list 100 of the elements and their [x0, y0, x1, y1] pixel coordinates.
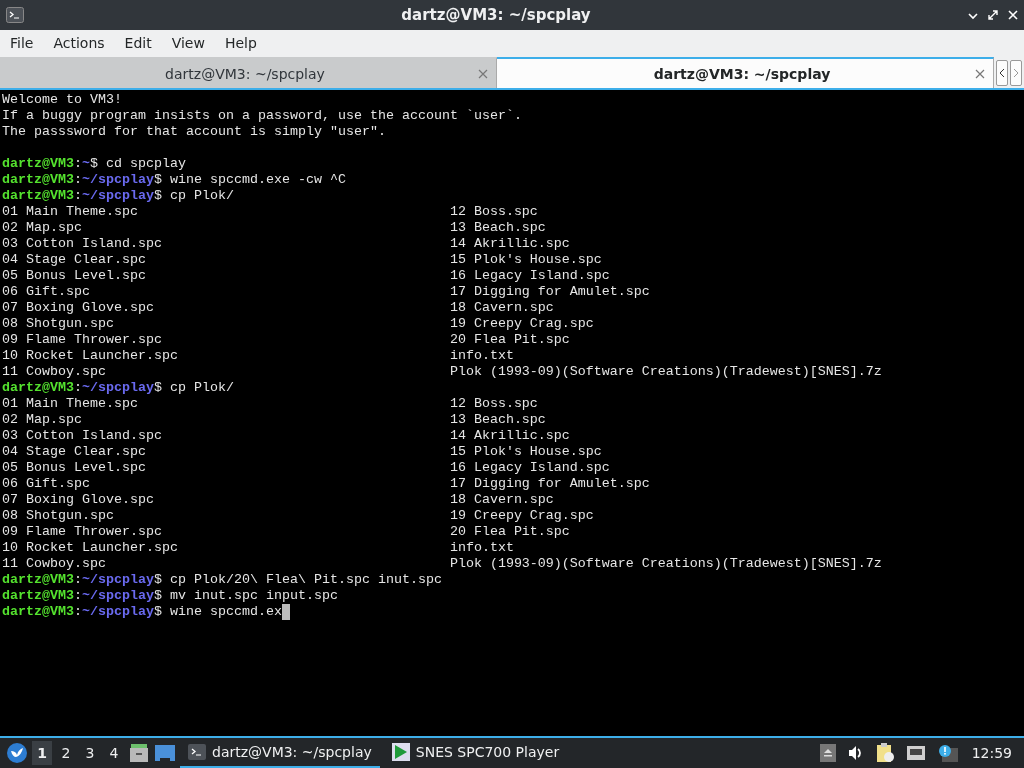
menu-item[interactable]: File	[4, 33, 40, 53]
file-name: 06 Gift.spc	[2, 476, 90, 491]
command-text: wine spccmd.ex	[169, 604, 282, 620]
minimize-icon[interactable]	[968, 10, 978, 20]
prompt-sign: $	[153, 188, 162, 204]
tab[interactable]: dartz@VM3: ~/spcplay	[497, 57, 994, 88]
file-name: info.txt	[449, 540, 514, 556]
file-name: 10 Rocket Launcher.spc	[2, 540, 178, 555]
prompt-sign: $	[153, 604, 162, 620]
network-icon[interactable]	[905, 745, 926, 761]
file-name: 01 Main Theme.spc	[2, 396, 138, 411]
clock: 12:59	[971, 745, 1012, 761]
file-name: 16 Legacy Island.spc	[449, 460, 610, 476]
terminal-text: The passsword for that account is simply "user".	[2, 124, 386, 140]
file-name: 02 Map.spc	[2, 412, 82, 427]
file-name: 03 Cotton Island.spc	[2, 236, 162, 251]
prompt-user: dartz@VM3	[2, 380, 74, 396]
prompt-separator: :	[74, 188, 82, 204]
file-name: 15 Plok's House.spc	[449, 252, 602, 268]
file-name: 04 Stage Clear.spc	[2, 444, 146, 459]
file-name: 02 Map.spc	[2, 220, 82, 235]
prompt-path: ~/spcplay	[82, 604, 154, 620]
desktop-icon[interactable]	[154, 743, 176, 763]
window-title: dartz@VM3: ~/spcplay	[400, 6, 592, 24]
file-name: 12 Boss.spc	[449, 204, 538, 220]
prompt-user: dartz@VM3	[2, 156, 74, 172]
file-name: 18 Cavern.spc	[449, 300, 554, 316]
file-name: 19 Creepy Crag.spc	[449, 508, 594, 524]
terminal-text: If a buggy program insists on a password, use the account `user`.	[2, 108, 522, 124]
tab[interactable]: dartz@VM3: ~/spcplay	[0, 57, 497, 88]
command-text: cp Plok/20\ Flea\ Pit.spc inut.spc	[169, 572, 442, 588]
prompt-path: ~/spcplay	[82, 572, 154, 588]
notification-icon[interactable]	[937, 744, 958, 762]
terminal-icon	[6, 7, 24, 23]
file-name: 14 Akrillic.spc	[449, 428, 570, 444]
file-name: 11 Cowboy.spc	[2, 556, 106, 571]
prompt-path: ~/spcplay	[82, 188, 154, 204]
menu-item[interactable]: Help	[218, 33, 263, 53]
prompt-sign: $	[153, 172, 162, 188]
prompt-sign: $	[153, 572, 162, 588]
file-name: 09 Flame Thrower.spc	[2, 332, 162, 347]
chevron-left-icon	[999, 67, 1005, 78]
file-name: info.txt	[449, 348, 514, 364]
command-text: cd spcplay	[105, 156, 186, 172]
command-text: mv inut.spc input.spc	[169, 588, 338, 604]
file-name: 09 Flame Thrower.spc	[2, 524, 162, 539]
file-name: Plok (1993-09)(Software Creations)(Tradewest)[SNES].7z	[449, 364, 882, 380]
clipboard-icon[interactable]	[875, 743, 894, 763]
menu-item[interactable]: Edit	[118, 33, 158, 53]
prompt-separator: :	[74, 604, 82, 620]
prompt-path: ~/spcplay	[82, 588, 154, 604]
file-name: 04 Stage Clear.spc	[2, 252, 146, 267]
file-name: Plok (1993-09)(Software Creations)(Tradewest)[SNES].7z	[449, 556, 882, 572]
prompt-path: ~/spcplay	[82, 172, 154, 188]
file-name: 16 Legacy Island.spc	[449, 268, 610, 284]
file-name: 03 Cotton Island.spc	[2, 428, 162, 443]
taskbar-button[interactable]: SNES SPC700 Player	[383, 738, 568, 768]
restore-icon[interactable]	[988, 10, 998, 20]
prompt-separator: :	[74, 380, 82, 396]
prompt-separator: :	[74, 156, 82, 172]
workspace-button[interactable]: 4	[104, 741, 124, 765]
menu-item[interactable]: Actions	[47, 33, 111, 53]
start-menu-icon[interactable]	[6, 742, 28, 764]
prompt-separator: :	[74, 588, 82, 604]
prompt-sign: $	[153, 380, 162, 396]
file-name: 20 Flea Pit.spc	[449, 524, 570, 540]
prompt-separator: :	[74, 172, 82, 188]
file-name: 06 Gift.spc	[2, 284, 90, 299]
prompt-separator: :	[74, 572, 82, 588]
menu-item[interactable]: View	[165, 33, 211, 53]
command-text: cp Plok/	[169, 188, 234, 204]
file-name: 10 Rocket Launcher.spc	[2, 348, 178, 363]
speaker-icon[interactable]	[847, 745, 864, 761]
prompt-sign: $	[153, 588, 162, 604]
workspace-button[interactable]: 2	[56, 741, 76, 765]
command-text: cp Plok/	[169, 380, 234, 396]
file-name: 05 Bonus Level.spc	[2, 460, 146, 475]
play-icon	[391, 743, 410, 761]
prompt-path: ~	[82, 156, 90, 172]
file-name: 17 Digging for Amulet.spc	[449, 476, 650, 492]
file-name: 14 Akrillic.spc	[449, 236, 570, 252]
prompt-user: dartz@VM3	[2, 188, 74, 204]
eject-icon[interactable]	[819, 744, 836, 762]
workspace-button[interactable]: 3	[80, 741, 100, 765]
prompt-user: dartz@VM3	[2, 588, 74, 604]
terminal-icon	[188, 744, 206, 760]
file-name: 13 Beach.spc	[449, 412, 546, 428]
scroll-left-button[interactable]	[996, 59, 1008, 86]
taskbar-button[interactable]: dartz@VM3: ~/spcplay	[180, 738, 380, 768]
file-name: 15 Plok's House.spc	[449, 444, 602, 460]
prompt-user: dartz@VM3	[2, 572, 74, 588]
prompt-path: ~/spcplay	[82, 380, 154, 396]
file-name: 05 Bonus Level.spc	[2, 268, 146, 283]
command-text: wine spccmd.exe -cw ^C	[169, 172, 346, 188]
file-name: 08 Shotgun.spc	[2, 508, 114, 523]
prompt-user: dartz@VM3	[2, 172, 74, 188]
workspace-button[interactable]: 1	[32, 741, 52, 765]
file-name: 07 Boxing Glove.spc	[2, 300, 154, 315]
file-cabinet-icon[interactable]	[128, 742, 150, 764]
file-name: 01 Main Theme.spc	[2, 204, 138, 219]
